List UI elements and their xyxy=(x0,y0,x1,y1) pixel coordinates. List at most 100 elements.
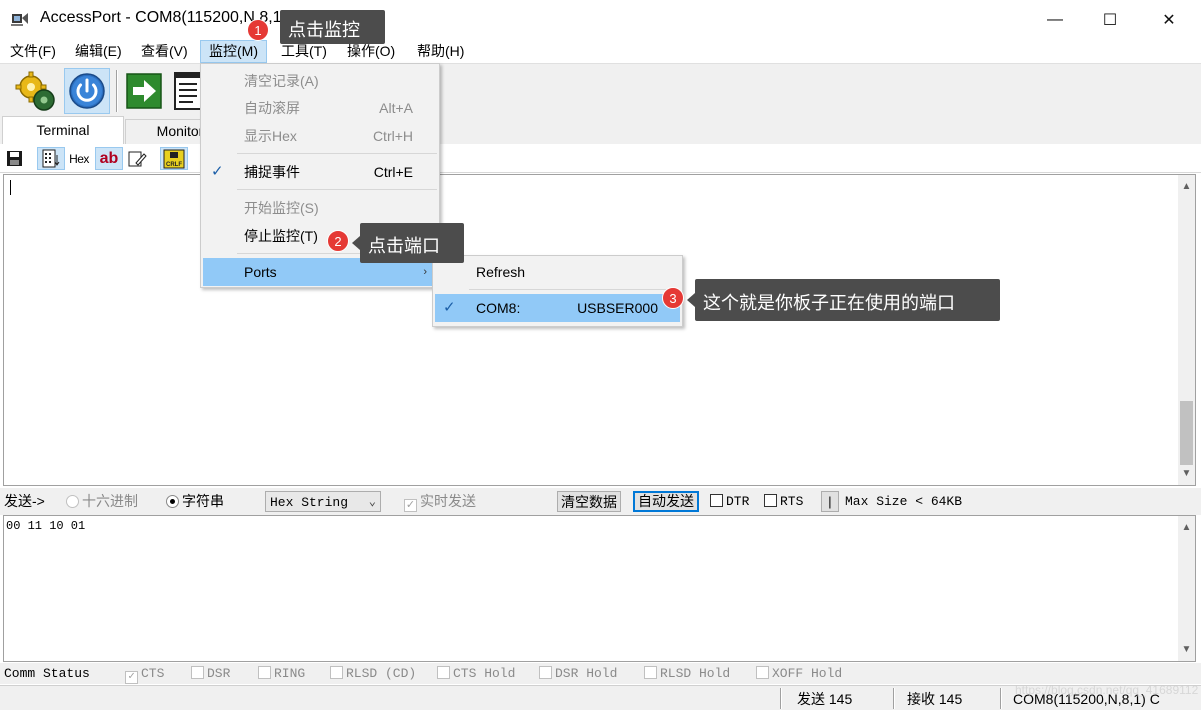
signal-check-box xyxy=(258,666,271,679)
signal-label: DSR Hold xyxy=(555,666,618,681)
menu-item-show-hex[interactable]: 显示Hex Ctrl+H xyxy=(203,123,437,149)
rts-label: RTS xyxy=(780,494,804,509)
pencil-edit-icon xyxy=(128,151,147,166)
max-size-label: Max Size < 64KB xyxy=(845,494,963,509)
menu-item-label: 开始监控(S) xyxy=(244,200,319,216)
signal-label: RLSD Hold xyxy=(660,666,731,681)
maximize-button[interactable]: ☐ xyxy=(1087,0,1133,39)
menu-item-shortcut: Alt+A xyxy=(379,100,413,116)
signal-check-box xyxy=(437,666,450,679)
ports-submenu: Refresh ✓ COM8: USBSER000 xyxy=(432,255,683,327)
menu-view[interactable]: 查看(V) xyxy=(133,40,196,63)
menu-item-label: Ports xyxy=(244,264,277,280)
scroll-up-icon[interactable]: ▲ xyxy=(1178,178,1195,195)
menu-edit[interactable]: 编辑(E) xyxy=(67,40,130,63)
floppy-save-icon xyxy=(6,151,22,166)
dtr-checkbox[interactable]: DTR xyxy=(710,491,749,512)
terminal-output-area[interactable]: ▲ ▼ xyxy=(3,174,1196,486)
menu-separator xyxy=(469,289,679,290)
menu-item-clear-records[interactable]: 清空记录(A) xyxy=(203,68,437,94)
send-arrow-button[interactable] xyxy=(121,68,167,114)
menu-item-port-com8[interactable]: ✓ COM8: USBSER000 xyxy=(435,294,680,322)
realtime-check-box: ✓ xyxy=(404,499,417,512)
signal-check-box xyxy=(539,666,552,679)
auto-send-button[interactable]: 自动发送 xyxy=(633,491,699,512)
annotation-text: 点击端口 xyxy=(368,236,440,256)
close-button[interactable]: ✕ xyxy=(1146,0,1192,39)
menu-help[interactable]: 帮助(H) xyxy=(409,40,472,63)
app-port-icon xyxy=(11,13,28,26)
clear-data-button[interactable]: 清空数据 xyxy=(557,491,621,512)
save-button[interactable] xyxy=(4,147,24,170)
signal-xoff-hold: XOFF Hold xyxy=(756,665,842,682)
menu-item-auto-scroll[interactable]: 自动滚屏 Alt+A xyxy=(203,95,437,121)
menu-item-label: 清空记录(A) xyxy=(244,73,319,89)
power-icon xyxy=(69,73,105,109)
signal-ring: RING xyxy=(258,665,305,682)
title-bar: AccessPort - COM8(115200,N,8,1) Opened —… xyxy=(0,0,1201,39)
rts-check-box xyxy=(764,494,777,507)
callout-pointer xyxy=(352,236,360,250)
signal-label: DSR xyxy=(207,666,231,681)
port-name: COM8: xyxy=(476,300,521,316)
checkmark-icon: ✓ xyxy=(443,299,456,316)
menu-file[interactable]: 文件(F) xyxy=(2,40,64,63)
menu-item-refresh[interactable]: Refresh xyxy=(435,259,680,285)
chevron-down-icon: ⌄ xyxy=(368,495,376,509)
hex-radio-label: 十六进制 xyxy=(82,493,138,509)
arrow-right-icon xyxy=(126,73,162,109)
ab-text-button[interactable]: ab xyxy=(95,147,123,170)
format-select[interactable]: Hex String ⌄ xyxy=(265,491,381,512)
scrollbar-thumb[interactable] xyxy=(1180,401,1193,465)
menu-item-shortcut: Ctrl+E xyxy=(373,164,413,180)
terminal-scrollbar[interactable]: ▲ ▼ xyxy=(1178,175,1195,485)
status-separator xyxy=(893,688,895,709)
menu-item-label: 停止监控(T) xyxy=(244,228,318,244)
scroll-down-icon[interactable]: ▼ xyxy=(1178,641,1195,658)
hex-grid-icon xyxy=(42,149,60,167)
signal-label: RING xyxy=(274,666,306,681)
comm-status-bar: Comm Status ✓ CTS DSR RING RLSD (CD) CTS … xyxy=(0,663,1201,684)
signal-dsr: DSR xyxy=(191,665,230,682)
annotation-badge-3: 3 xyxy=(662,287,684,309)
hex-toggle-button[interactable]: Hex xyxy=(67,147,91,170)
signal-check-box xyxy=(330,666,343,679)
received-count: 接收 145 xyxy=(907,691,963,707)
menu-separator xyxy=(237,189,437,190)
crlf-label: CRLF xyxy=(166,162,182,168)
string-radio-label: 字符串 xyxy=(182,493,224,509)
send-input-area[interactable]: 00 11 10 01 ▲ ▼ xyxy=(3,515,1196,662)
hex-radio[interactable]: 十六进制 xyxy=(66,491,138,512)
menu-item-start-monitor[interactable]: 开始监控(S) xyxy=(203,195,437,221)
realtime-send-checkbox[interactable]: ✓ 实时发送 xyxy=(404,491,476,512)
rts-checkbox[interactable]: RTS xyxy=(764,491,803,512)
hex-view-button[interactable] xyxy=(37,147,65,170)
menu-monitor[interactable]: 监控(M) xyxy=(200,40,267,63)
crlf-button[interactable]: CRLF xyxy=(160,147,188,170)
tab-bar: Terminal Monitor xyxy=(0,116,1201,144)
annotation-callout-2: 点击端口 xyxy=(360,223,464,263)
status-separator xyxy=(1000,688,1002,709)
signal-cts: ✓ CTS xyxy=(125,665,164,684)
scroll-up-icon[interactable]: ▲ xyxy=(1178,519,1195,536)
power-button[interactable] xyxy=(64,68,110,114)
sent-count: 发送 145 xyxy=(797,691,853,707)
watermark: https://blog.csdn.net/qq_41689112 xyxy=(1015,683,1199,697)
send-scrollbar[interactable]: ▲ ▼ xyxy=(1178,516,1195,661)
signal-label: XOFF Hold xyxy=(772,666,843,681)
menu-item-capture-events[interactable]: ✓ 捕捉事件 Ctrl+E xyxy=(203,159,437,185)
main-toolbar xyxy=(0,63,1201,116)
settings-gear-button[interactable] xyxy=(12,68,58,114)
annotation-text: 点击监控 xyxy=(288,20,360,40)
realtime-send-label: 实时发送 xyxy=(420,493,476,509)
minimize-button[interactable]: — xyxy=(1032,0,1078,39)
string-radio[interactable]: 字符串 xyxy=(166,491,224,512)
pipe-button[interactable]: | xyxy=(821,491,839,512)
scroll-down-icon[interactable]: ▼ xyxy=(1178,465,1195,482)
edit-button[interactable] xyxy=(126,147,150,170)
send-text-content[interactable]: 00 11 10 01 xyxy=(6,519,85,533)
menu-item-shortcut: Ctrl+H xyxy=(372,128,413,144)
tab-terminal[interactable]: Terminal xyxy=(2,116,124,144)
signal-label: RLSD (CD) xyxy=(346,666,417,681)
status-separator xyxy=(780,688,782,709)
